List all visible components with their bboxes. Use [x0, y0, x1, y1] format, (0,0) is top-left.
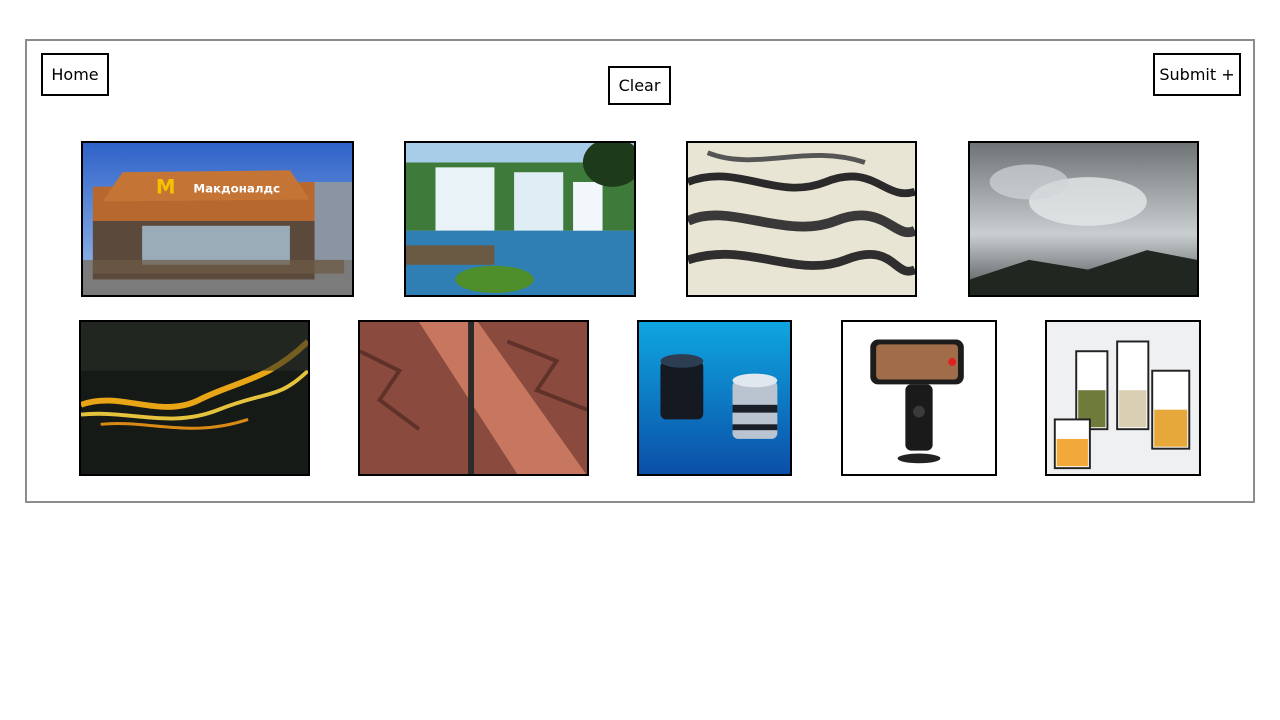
- mcdonalds-restaurant-image[interactable]: M Макдоналдс: [81, 141, 354, 297]
- home-button[interactable]: Home: [41, 53, 109, 96]
- food-storage-containers-image[interactable]: [1045, 320, 1201, 476]
- braided-river-aerial-image[interactable]: [686, 141, 917, 297]
- submit-button[interactable]: Submit +: [1153, 53, 1241, 96]
- clear-button[interactable]: Clear: [608, 66, 671, 105]
- phone-gimbal-tracker-image[interactable]: [841, 320, 997, 476]
- svg-text:M: M: [156, 176, 176, 199]
- cloudy-sky-mountains-image[interactable]: [968, 141, 1199, 297]
- red-desert-canyon-image[interactable]: [358, 320, 589, 476]
- metal-cylinders-blue-image[interactable]: [637, 320, 792, 476]
- mcdonalds-sign-text: Макдоналдс: [193, 182, 280, 196]
- glowing-river-delta-image[interactable]: [79, 320, 310, 476]
- gallery-panel: Home Clear Submit + M Макдоналдс: [25, 39, 1255, 503]
- waterfall-image[interactable]: [404, 141, 636, 297]
